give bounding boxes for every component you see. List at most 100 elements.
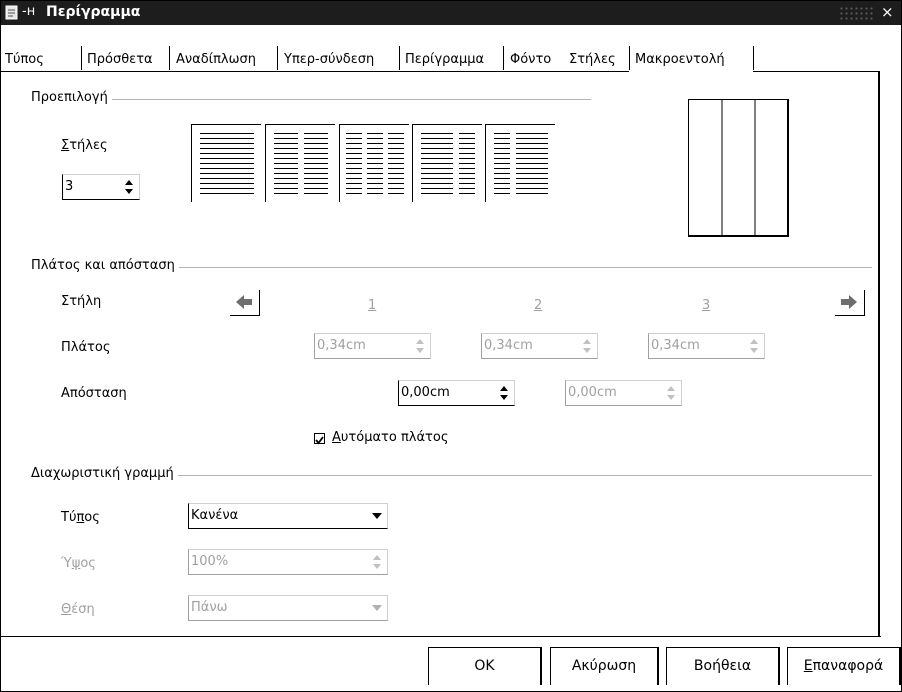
close-icon[interactable]: × — [881, 3, 894, 21]
borders-dialog: -н Περίγραμμα × Τύπος Πρόσθετα Αναδίπλωσ… — [0, 0, 902, 692]
title-decoration — [839, 6, 875, 20]
tab-separator — [81, 46, 82, 70]
preset-lines — [494, 133, 548, 194]
preset-lines — [200, 133, 254, 194]
cancel-button[interactable]: Ακύρωση — [550, 647, 659, 685]
preset-one-column[interactable] — [191, 124, 261, 202]
width-value-1[interactable]: 0,34cm — [317, 338, 366, 353]
reset-rest: παναφορά — [812, 658, 884, 674]
auto-width-checkbox[interactable] — [314, 433, 325, 445]
tab-borders[interactable]: Περίγραμμα — [405, 49, 484, 70]
column-number-3: 3 — [702, 298, 711, 313]
arrow-right-icon — [841, 295, 857, 309]
section-divider — [31, 99, 591, 100]
title-bar[interactable]: -н Περίγραμμα × — [1, 1, 901, 25]
separator-position-accel: Θ — [61, 602, 72, 617]
preset-lines — [274, 133, 328, 194]
spin-arrows-icon[interactable] — [581, 337, 593, 355]
tab-extras[interactable]: Πρόσθετα — [87, 49, 153, 70]
tab-type[interactable]: Τύπος — [5, 49, 44, 70]
tab-separator — [399, 46, 400, 70]
preview-column-lines — [721, 100, 756, 236]
separator-height-value[interactable]: 100% — [191, 554, 228, 569]
columns-value[interactable]: 3 — [65, 179, 73, 194]
column-number-1: 1 — [368, 298, 377, 313]
two-columns-left-wide-icon — [421, 133, 475, 194]
width-field-3[interactable]: 0,34cm — [648, 333, 765, 359]
reset-button[interactable]: Επαναφορά — [787, 647, 901, 685]
tab-frame-line — [753, 71, 879, 72]
tab-frame-bottom — [1, 636, 881, 637]
pin-icon[interactable]: -н — [22, 4, 35, 19]
separator-type-pre: Τύ — [61, 510, 77, 525]
section-title-width-spacing: Πλάτος και απόσταση — [31, 258, 179, 273]
columns-label-rest: τήλες — [69, 138, 108, 153]
auto-width-rest: υτόματο πλάτος — [340, 430, 449, 445]
reset-accel: Ε — [803, 658, 813, 674]
separator-position-dropdown[interactable]: Πάνω — [188, 595, 388, 621]
column-label: Στήλη — [61, 294, 102, 309]
separator-height-field[interactable]: 100% — [188, 549, 388, 575]
tab-separator — [503, 46, 504, 70]
tab-separator — [277, 46, 278, 70]
checkmark-icon — [315, 436, 324, 445]
separator-position-label: Θέση — [61, 602, 95, 617]
one-column-icon — [200, 133, 254, 194]
preset-three-columns[interactable] — [339, 124, 409, 202]
spin-arrows-icon[interactable] — [414, 337, 426, 355]
spin-arrows-icon[interactable] — [498, 384, 510, 402]
document-icon — [5, 5, 18, 20]
spacing-label: Απόσταση — [61, 386, 127, 401]
next-column-button[interactable] — [835, 290, 865, 316]
preset-lines — [346, 133, 404, 194]
tab-macro[interactable]: Μακροεντολή — [635, 49, 725, 70]
preset-right-wide[interactable] — [485, 124, 555, 202]
width-field-2[interactable]: 0,34cm — [481, 333, 598, 359]
columns-label: Στήλες — [61, 138, 108, 153]
spacing-field-1[interactable]: 0,00cm — [398, 380, 515, 406]
spin-arrows-icon[interactable] — [748, 337, 760, 355]
separator-position-value[interactable]: Πάνω — [191, 600, 228, 615]
preset-left-wide[interactable] — [412, 124, 482, 202]
chevron-down-icon[interactable] — [372, 605, 382, 612]
preset-two-columns[interactable] — [265, 124, 335, 202]
window-title: Περίγραμμα — [46, 4, 141, 20]
spin-arrows-icon[interactable] — [123, 178, 135, 196]
tab-wrap[interactable]: Αναδίπλωση — [176, 49, 256, 70]
columns-label-accel: Σ — [61, 138, 70, 153]
spin-arrows-icon[interactable] — [371, 553, 383, 571]
section-title-separator: Διαχωριστική γραμμή — [31, 466, 178, 481]
separator-type-post: ος — [84, 510, 100, 525]
tab-background[interactable]: Φόντο — [510, 49, 551, 70]
spin-arrows-icon[interactable] — [665, 384, 677, 402]
columns-spinner[interactable]: 3 — [62, 174, 140, 200]
width-value-2[interactable]: 0,34cm — [484, 338, 533, 353]
width-field-1[interactable]: 0,34cm — [314, 333, 431, 359]
auto-width-label[interactable]: Αυτόματο πλάτος — [332, 430, 448, 445]
tab-separator — [169, 46, 170, 70]
spacing-field-2[interactable]: 0,00cm — [565, 380, 682, 406]
separator-type-value[interactable]: Κανένα — [191, 508, 238, 523]
column-number-2: 2 — [534, 298, 543, 313]
chevron-down-icon[interactable] — [372, 513, 382, 520]
section-title-presets: Προεπιλογή — [31, 90, 112, 105]
separator-height-label: Ύψος — [61, 556, 96, 571]
tab-hyperlink[interactable]: Υπερ-σύνδεση — [284, 49, 374, 70]
preset-lines — [421, 133, 475, 194]
two-columns-icon — [274, 133, 328, 194]
separator-type-label: Τύπος — [61, 510, 100, 525]
spacing-value-1[interactable]: 0,00cm — [401, 385, 450, 400]
tab-columns[interactable]: Στήλες — [569, 49, 616, 70]
help-button[interactable]: Βοήθεια — [666, 647, 780, 685]
separator-type-dropdown[interactable]: Κανένα — [188, 503, 388, 529]
columns-preview — [688, 99, 789, 237]
tab-frame-line — [1, 71, 629, 72]
ok-button[interactable]: OK — [428, 647, 542, 685]
tab-separator — [753, 46, 754, 70]
width-value-3[interactable]: 0,34cm — [651, 338, 700, 353]
spacing-value-2[interactable]: 0,00cm — [568, 385, 617, 400]
separator-height-post: ος — [80, 556, 96, 571]
separator-height-pre: Ύ — [61, 556, 72, 571]
previous-column-button[interactable] — [230, 290, 260, 316]
separator-position-rest: έση — [71, 602, 95, 617]
